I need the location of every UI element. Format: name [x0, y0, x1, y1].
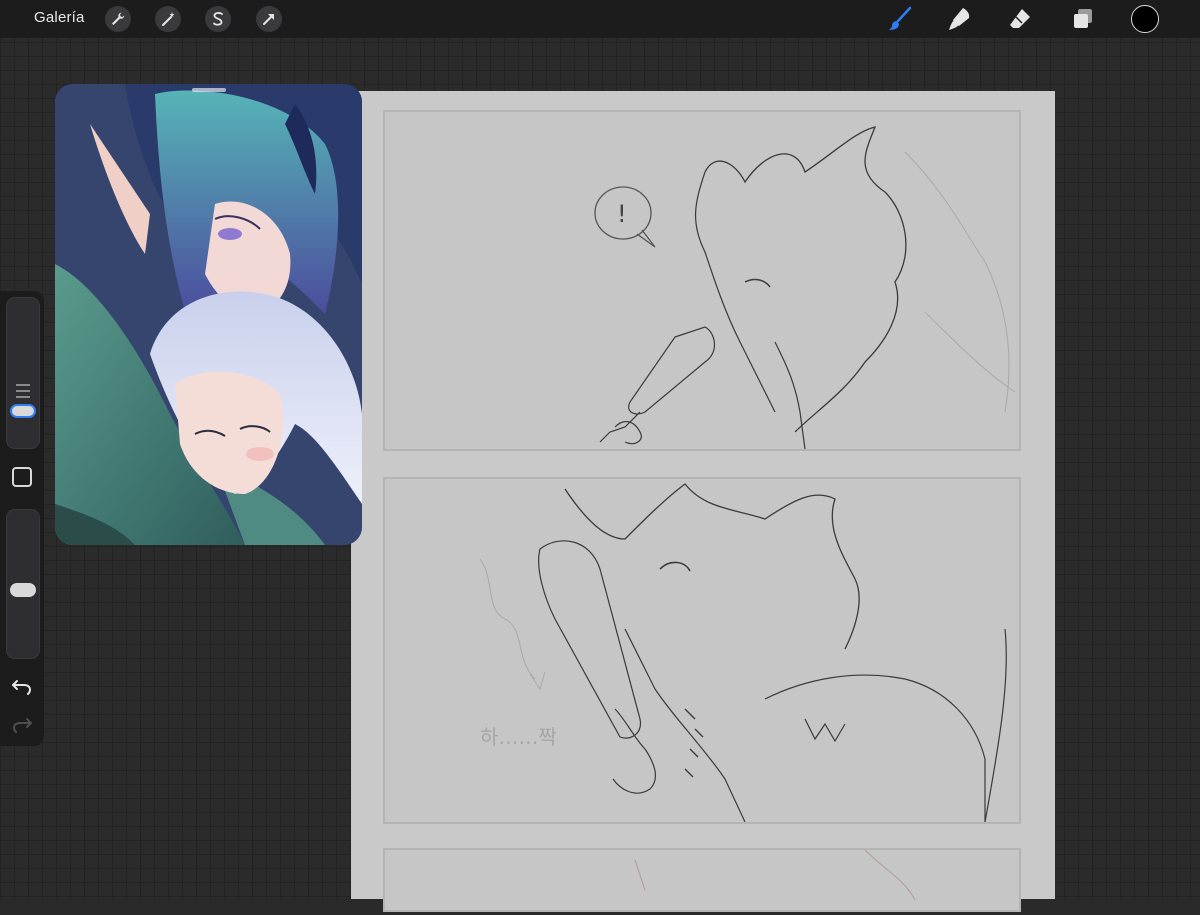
gallery-button[interactable]: Galería [34, 9, 85, 26]
comic-panel-1: ! [383, 110, 1021, 451]
brush-tool-button[interactable] [886, 5, 914, 33]
opacity-thumb[interactable] [10, 583, 36, 597]
smudge-icon [949, 8, 970, 30]
transform-button[interactable] [256, 6, 282, 32]
panel-2-sketch: 하……짝 [479, 483, 1007, 823]
brush-icon [889, 6, 912, 30]
reference-artwork [55, 84, 362, 545]
brush-size-thumb[interactable] [10, 404, 36, 418]
sketch-korean-text: 하……짝 [480, 725, 557, 749]
redo-icon [12, 718, 32, 733]
color-picker-button[interactable] [1131, 5, 1159, 33]
comic-panel-2: 하……짝 [383, 477, 1021, 824]
opacity-slider[interactable] [6, 509, 40, 659]
selection-button[interactable] [205, 6, 231, 32]
top-toolbar: Galería [0, 0, 1200, 38]
reference-image-window[interactable] [55, 84, 362, 545]
smudge-tool-button[interactable] [946, 5, 974, 33]
brush-size-slider[interactable] [6, 297, 40, 449]
slider-grip-line [16, 390, 30, 392]
layers-icon [1074, 9, 1092, 28]
side-toolbar [0, 291, 44, 746]
panel-3-sketch [634, 849, 916, 901]
speech-bubble-text: ! [617, 200, 627, 228]
eraser-tool-button[interactable] [1006, 5, 1034, 33]
drawing-canvas[interactable]: ! 하……짝 [351, 91, 1055, 912]
magic-wand-icon [162, 12, 175, 26]
wrench-icon [112, 12, 125, 25]
undo-button[interactable] [11, 677, 33, 700]
modify-button[interactable] [12, 467, 32, 487]
reference-drag-handle[interactable] [192, 88, 226, 92]
slider-grip-line [16, 384, 30, 386]
panel-1-sketch: ! [594, 126, 1016, 450]
selection-s-icon [213, 12, 223, 26]
comic-panel-3 [383, 848, 1021, 912]
layers-button[interactable] [1069, 5, 1097, 33]
adjustments-button[interactable] [155, 6, 181, 32]
redo-button[interactable] [11, 715, 33, 738]
slider-grip-line [16, 396, 30, 398]
eraser-icon [1010, 9, 1030, 28]
transform-arrow-icon [263, 14, 274, 25]
undo-icon [12, 680, 32, 695]
actions-button[interactable] [105, 6, 131, 32]
